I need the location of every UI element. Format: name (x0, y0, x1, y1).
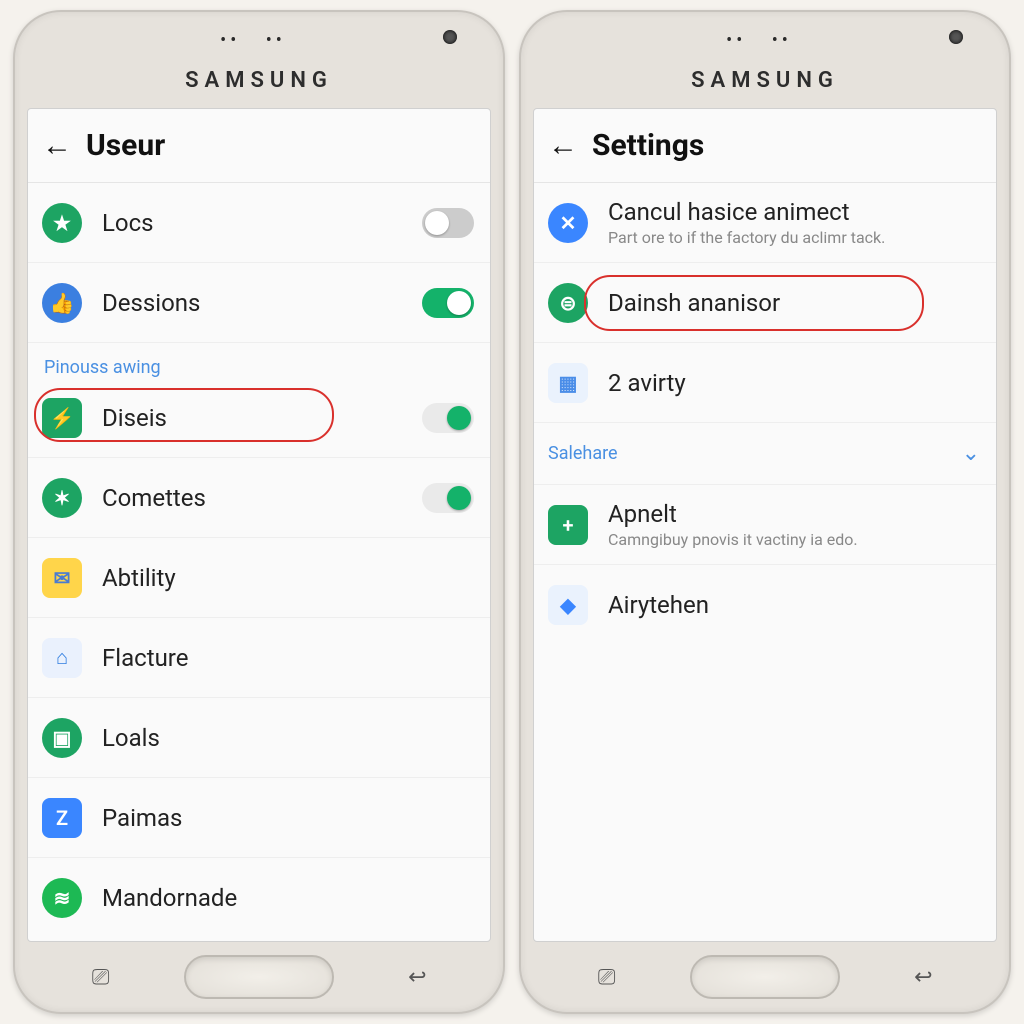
back-hw-button[interactable]: ↩ (895, 963, 951, 991)
row-dainsh[interactable]: ⊜ Dainsh ananisor (534, 263, 996, 343)
speaker-dots: •• •• (220, 30, 286, 51)
phone-top-hardware: •• •• (521, 12, 1009, 68)
chevron-down-icon: ⌄ (962, 441, 980, 466)
row-label: Airytehen (608, 591, 980, 619)
phone-left: •• •• SAMSUNG ← Useur ★ Locs 👍 Dessions … (13, 10, 505, 1014)
row-airytehen[interactable]: ◆ Airytehen (534, 565, 996, 645)
close-icon: ✕ (548, 203, 588, 243)
row-label: Apnelt (608, 500, 980, 528)
row-abtility[interactable]: ✉ Abtility (28, 538, 490, 618)
cross-icon: ✶ (42, 478, 82, 518)
row-subtitle: Camngibuy pnovis it vactiny ia edo. (608, 530, 980, 549)
row-label: 2 avirty (608, 369, 980, 397)
header-left: ← Useur (28, 109, 490, 183)
back-hw-button[interactable]: ↩ (389, 963, 445, 991)
section-label: Salehare (548, 443, 962, 464)
back-button[interactable]: ← (42, 128, 86, 163)
screen-right: ← Settings ✕ Cancul hasice animect Part … (533, 108, 997, 942)
speaker-dots: •• •• (726, 30, 792, 51)
row-diseis[interactable]: ⚡ Diseis (28, 378, 490, 458)
row-avirty[interactable]: ▦ 2 avirty (534, 343, 996, 423)
thumbs-up-icon: 👍 (42, 283, 82, 323)
screen-left: ← Useur ★ Locs 👍 Dessions Pinouss awing … (27, 108, 491, 942)
front-camera (949, 30, 963, 44)
row-label: Dessions (102, 289, 422, 317)
back-button[interactable]: ← (548, 128, 592, 163)
hardware-nav-right: ⎚ ↩ (521, 942, 1009, 1012)
toggle-dessions[interactable] (422, 288, 474, 318)
phone-brand: SAMSUNG (15, 68, 503, 104)
front-camera (443, 30, 457, 44)
row-paimas[interactable]: Z Paimas (28, 778, 490, 858)
row-label: Mandornade (102, 884, 474, 912)
toggle-diseis[interactable] (422, 403, 474, 433)
row-locs[interactable]: ★ Locs (28, 183, 490, 263)
z-icon: Z (42, 798, 82, 838)
settings-list-right: ✕ Cancul hasice animect Part ore to if t… (534, 183, 996, 941)
home-icon: ⌂ (42, 638, 82, 678)
phone-top-hardware: •• •• (15, 12, 503, 68)
row-subtitle: Part ore to if the factory du aclimr tac… (608, 228, 980, 247)
row-label: Comettes (102, 484, 422, 512)
row-loals[interactable]: ▣ Loals (28, 698, 490, 778)
row-cancul[interactable]: ✕ Cancul hasice animect Part ore to if t… (534, 183, 996, 263)
row-label: Locs (102, 209, 422, 237)
row-mandornade[interactable]: ≋ Mandornade (28, 858, 490, 938)
recent-apps-button[interactable]: ⎚ (579, 963, 635, 991)
page-title: Useur (86, 128, 165, 163)
phone-right: •• •• SAMSUNG ← Settings ✕ Cancul hasice… (519, 10, 1011, 1014)
page-title: Settings (592, 128, 704, 163)
toggle-comettes[interactable] (422, 483, 474, 513)
section-label: Pinouss awing (28, 343, 490, 378)
bolt-icon: ⚡ (42, 398, 82, 438)
plus-icon: + (548, 505, 588, 545)
row-flacture[interactable]: ⌂ Flacture (28, 618, 490, 698)
shield-icon: ◆ (548, 585, 588, 625)
row-label: Diseis (102, 404, 422, 432)
phone-brand: SAMSUNG (521, 68, 1009, 104)
row-label: Dainsh ananisor (608, 289, 980, 317)
toggle-locs[interactable] (422, 208, 474, 238)
header-right: ← Settings (534, 109, 996, 183)
chip-icon: ▦ (548, 363, 588, 403)
row-label: Abtility (102, 564, 474, 592)
home-button[interactable] (690, 955, 840, 999)
row-label: Cancul hasice animect (608, 198, 980, 226)
row-label: Paimas (102, 804, 474, 832)
row-label: Flacture (102, 644, 474, 672)
star-icon: ★ (42, 203, 82, 243)
video-icon: ▣ (42, 718, 82, 758)
row-dessions[interactable]: 👍 Dessions (28, 263, 490, 343)
home-button[interactable] (184, 955, 334, 999)
recent-apps-button[interactable]: ⎚ (73, 963, 129, 991)
wave-icon: ≋ (42, 878, 82, 918)
section-salehare[interactable]: Salehare ⌄ (534, 423, 996, 485)
hardware-nav-left: ⎚ ↩ (15, 942, 503, 1012)
mail-icon: ✉ (42, 558, 82, 598)
gauge-icon: ⊜ (548, 283, 588, 323)
row-label: Loals (102, 724, 474, 752)
row-apnelt[interactable]: + Apnelt Camngibuy pnovis it vactiny ia … (534, 485, 996, 565)
row-comettes[interactable]: ✶ Comettes (28, 458, 490, 538)
settings-list-left: ★ Locs 👍 Dessions Pinouss awing ⚡ Diseis… (28, 183, 490, 941)
